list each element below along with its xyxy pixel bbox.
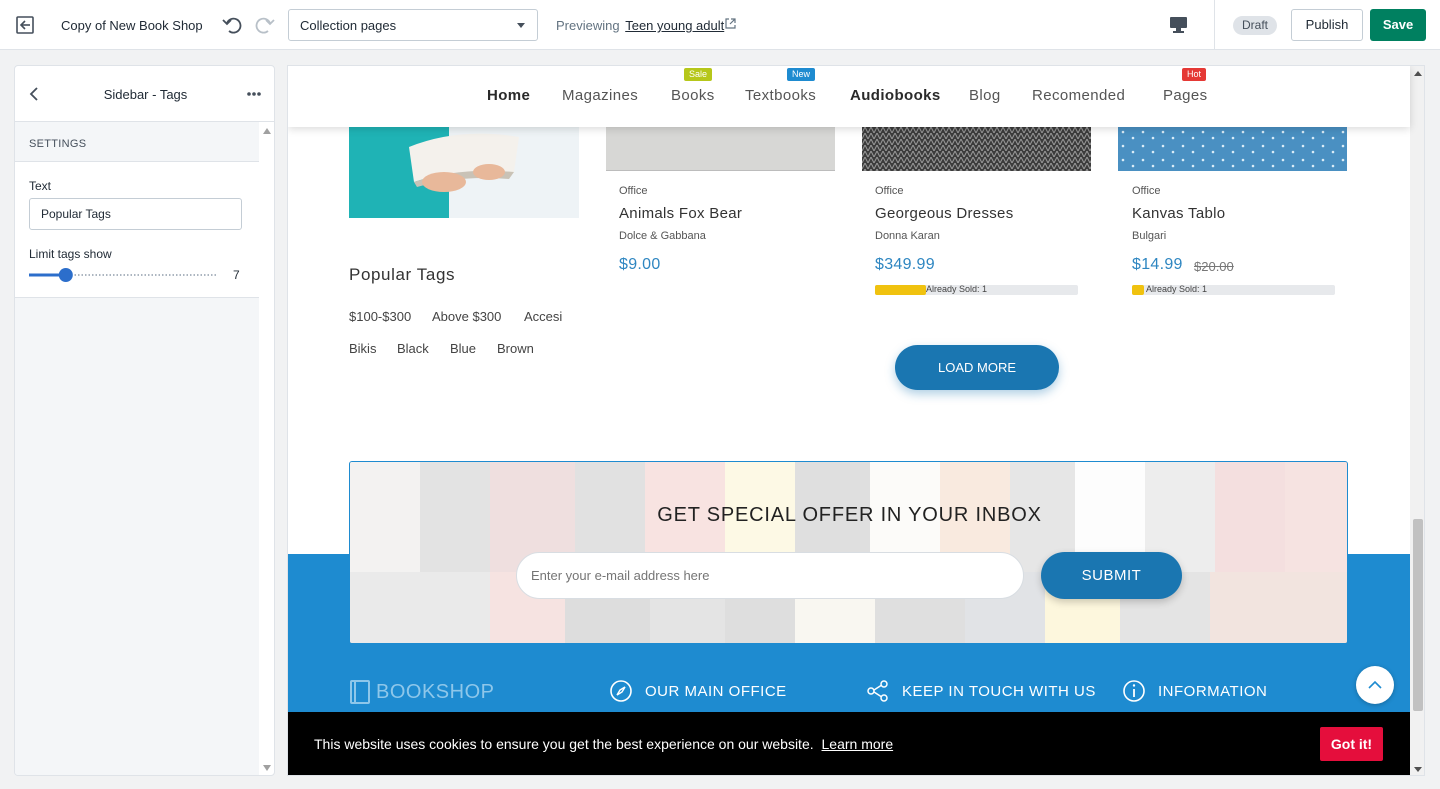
cookie-banner: This website uses cookies to ensure you … bbox=[288, 712, 1410, 775]
book-logo-icon bbox=[350, 680, 370, 704]
nav-textbooks[interactable]: Textbooks bbox=[745, 87, 816, 104]
chevron-down-icon bbox=[517, 23, 525, 28]
sale-badge: Sale bbox=[684, 68, 713, 81]
limit-tags-slider[interactable] bbox=[29, 265, 219, 285]
reading-banner-image[interactable] bbox=[349, 127, 579, 218]
sidebar-title: Sidebar - Tags bbox=[103, 87, 188, 102]
external-link-icon[interactable] bbox=[725, 18, 736, 29]
product-old-price: $20.00 bbox=[1194, 259, 1234, 274]
scrollbar-thumb[interactable] bbox=[1413, 519, 1423, 711]
popular-tags-title: Popular Tags bbox=[349, 265, 456, 284]
product-image-1[interactable] bbox=[606, 127, 835, 171]
tag-link[interactable]: Black bbox=[397, 341, 429, 356]
product-name[interactable]: Kanvas Tablo bbox=[1132, 205, 1225, 222]
template-select[interactable]: Collection pages bbox=[288, 9, 538, 41]
sold-progress-bar: Already Sold: 1 bbox=[875, 284, 1078, 295]
product-price: $14.99 bbox=[1132, 256, 1183, 273]
product-category: Office bbox=[619, 185, 648, 197]
nav-blog[interactable]: Blog bbox=[969, 87, 1001, 104]
load-more-button[interactable]: LOAD MORE bbox=[895, 345, 1059, 390]
compass-icon bbox=[610, 680, 632, 702]
settings-section-header: SETTINGS bbox=[15, 122, 259, 162]
product-name[interactable]: Animals Fox Bear bbox=[619, 205, 742, 222]
sidebar-header: Sidebar - Tags bbox=[15, 66, 274, 122]
nav-home[interactable]: Home bbox=[487, 87, 530, 104]
nav-recomended[interactable]: Recomended bbox=[1032, 87, 1125, 104]
shop-name: Copy of New Book Shop bbox=[61, 18, 203, 33]
store-nav: Home Magazines Books Sale Textbooks New … bbox=[288, 66, 1410, 127]
newsletter-box: GET SPECIAL OFFER IN YOUR INBOX SUBMIT bbox=[349, 461, 1348, 644]
settings-sidebar: Sidebar - Tags SETTINGS Text Limit tags … bbox=[14, 65, 275, 776]
learn-more-link[interactable]: Learn more bbox=[822, 736, 894, 752]
undo-icon[interactable] bbox=[221, 14, 243, 36]
product-category: Office bbox=[1132, 185, 1161, 197]
exit-icon[interactable] bbox=[14, 14, 36, 36]
info-icon bbox=[1123, 680, 1145, 702]
slider-handle[interactable] bbox=[58, 268, 73, 282]
sold-label: Already Sold: 1 bbox=[926, 284, 988, 294]
product-price: $349.99 bbox=[875, 256, 935, 273]
scroll-down-icon[interactable] bbox=[1410, 761, 1425, 776]
scroll-up-icon[interactable] bbox=[1410, 66, 1425, 82]
share-icon bbox=[867, 680, 888, 702]
email-input[interactable] bbox=[516, 552, 1024, 599]
save-button[interactable]: Save bbox=[1370, 9, 1426, 41]
text-input[interactable] bbox=[29, 198, 242, 230]
product-brand: Dolce & Gabbana bbox=[619, 230, 706, 242]
settings-label: SETTINGS bbox=[29, 138, 87, 150]
sold-progress-fill bbox=[1132, 285, 1145, 295]
product-image-2[interactable] bbox=[862, 127, 1091, 171]
product-category: Office bbox=[875, 185, 904, 197]
editor-topbar: Copy of New Book Shop Collection pages P… bbox=[0, 0, 1440, 50]
desktop-view-icon[interactable] bbox=[1169, 16, 1188, 34]
settings-card: Text Limit tags show 7 bbox=[15, 162, 259, 298]
hot-badge: Hot bbox=[1182, 68, 1207, 81]
nav-books[interactable]: Books bbox=[671, 87, 715, 104]
sidebar-scrollbar[interactable] bbox=[259, 122, 275, 776]
previewing-link[interactable]: Teen young adult bbox=[625, 18, 724, 33]
template-select-value: Collection pages bbox=[300, 18, 397, 33]
tag-link[interactable]: Above $300 bbox=[432, 309, 501, 324]
publish-button[interactable]: Publish bbox=[1291, 9, 1363, 41]
product-price: $9.00 bbox=[619, 256, 661, 273]
tag-link[interactable]: Bikis bbox=[349, 341, 376, 356]
status-badge: Draft bbox=[1233, 16, 1278, 35]
product-brand: Bulgari bbox=[1132, 230, 1167, 242]
submit-button[interactable]: SUBMIT bbox=[1041, 552, 1182, 599]
new-badge: New bbox=[787, 68, 816, 81]
product-brand: Donna Karan bbox=[875, 230, 940, 242]
tag-link[interactable]: $100-$300 bbox=[349, 309, 411, 324]
tag-link[interactable]: Blue bbox=[450, 341, 476, 356]
newsletter-title: GET SPECIAL OFFER IN YOUR INBOX bbox=[657, 504, 1042, 526]
limit-tags-label: Limit tags show bbox=[29, 247, 112, 261]
more-options-icon[interactable] bbox=[246, 91, 262, 97]
preview-scrollbar[interactable] bbox=[1410, 66, 1425, 776]
nav-magazines[interactable]: Magazines bbox=[562, 87, 638, 104]
footer-heading-info: INFORMATION bbox=[1158, 683, 1268, 700]
footer-logo[interactable]: BOOKSHOP bbox=[376, 681, 494, 704]
sold-label: Already Sold: 1 bbox=[1146, 284, 1208, 294]
sidebar-empty-area bbox=[15, 298, 259, 775]
footer-heading-office: OUR MAIN OFFICE bbox=[645, 683, 787, 700]
redo-icon[interactable] bbox=[254, 14, 276, 36]
cookie-accept-button[interactable]: Got it! bbox=[1320, 727, 1383, 761]
nav-audiobooks[interactable]: Audiobooks bbox=[850, 87, 941, 104]
footer-heading-touch: KEEP IN TOUCH WITH US bbox=[902, 683, 1096, 700]
nav-pages[interactable]: Pages bbox=[1163, 87, 1208, 104]
back-to-top-button[interactable] bbox=[1356, 666, 1394, 704]
cookie-message: This website uses cookies to ensure you … bbox=[314, 736, 894, 752]
product-image-3[interactable] bbox=[1118, 127, 1347, 171]
previewing-text: Previewing Teen young adult bbox=[556, 18, 725, 33]
tag-link[interactable]: Accesi bbox=[524, 309, 562, 324]
sold-progress-bar: Already Sold: 1 bbox=[1132, 284, 1335, 295]
limit-tags-value: 7 bbox=[233, 268, 240, 282]
tag-link[interactable]: Brown bbox=[497, 341, 534, 356]
divider bbox=[1214, 0, 1215, 50]
sold-progress-fill bbox=[875, 285, 926, 295]
theme-preview: Home Magazines Books Sale Textbooks New … bbox=[287, 65, 1425, 776]
product-name[interactable]: Georgeous Dresses bbox=[875, 205, 1014, 222]
text-field-label: Text bbox=[29, 179, 52, 193]
